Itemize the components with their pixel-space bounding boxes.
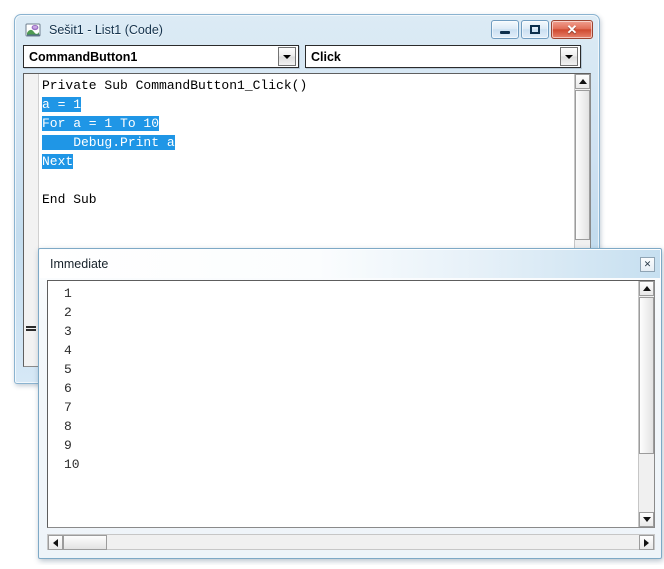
immediate-window: Immediate ✕ 1 2 3 4 5 6 7 8 9 10 [38,248,662,559]
immediate-output-line: 1 [64,286,72,301]
procedure-dropdown[interactable]: Click [305,45,581,68]
close-icon: ✕ [643,258,652,269]
code-line: End Sub [42,190,573,209]
scroll-right-arrow-icon [644,538,649,547]
immediate-horizontal-scrollbar[interactable] [47,534,655,550]
immediate-output-text[interactable]: 1 2 3 4 5 6 7 8 9 10 [64,284,637,527]
immediate-output-line: 5 [64,362,72,377]
immediate-scroll-down-button[interactable] [639,512,654,527]
scroll-left-arrow-icon [53,538,58,547]
code-line-text: End Sub [42,192,97,207]
code-line-selected-text: a = 1 [42,97,82,112]
code-line-text: Private Sub CommandButton1_Click() [42,78,308,93]
margin-marker-icon [26,324,36,334]
immediate-scroll-left-button[interactable] [48,535,63,550]
minimize-icon [500,31,510,34]
code-scroll-up-button[interactable] [575,74,590,89]
code-line: Debug.Print a [42,133,573,152]
close-icon: ✕ [566,22,578,37]
restore-icon [530,25,540,34]
immediate-output-line: 8 [64,419,72,434]
code-line [42,171,573,190]
code-window-dropdown-bar: CommandButton1 Click [23,45,591,71]
close-button[interactable]: ✕ [551,20,593,39]
code-window-title: Sešit1 - List1 (Code) [49,22,163,37]
screenshot-root: Sešit1 - List1 (Code) ✕ CommandButton1 C… [0,0,664,569]
scroll-down-arrow-icon [642,517,651,522]
code-line-selected-text: Next [42,154,74,169]
code-line: Next [42,152,573,171]
window-controls: ✕ [491,20,593,39]
immediate-vertical-scrollbar-thumb[interactable] [639,297,654,454]
code-window-titlebar[interactable]: Sešit1 - List1 (Code) ✕ [15,15,599,44]
immediate-output-line: 6 [64,381,72,396]
immediate-output-pane[interactable]: 1 2 3 4 5 6 7 8 9 10 [47,280,655,528]
procedure-dropdown-value: Click [311,49,341,64]
immediate-output-line: 10 [64,457,80,472]
excel-vba-sheet-icon [25,22,42,38]
immediate-horizontal-scrollbar-thumb[interactable] [63,535,107,550]
immediate-output-line: 7 [64,400,72,415]
chevron-down-icon [283,54,291,59]
procedure-dropdown-arrow-button[interactable] [560,47,578,66]
immediate-scroll-right-button[interactable] [639,535,654,550]
immediate-window-titlebar[interactable]: Immediate ✕ [40,250,660,278]
code-line-selected-text: Debug.Print a [42,135,175,150]
object-dropdown-value: CommandButton1 [29,49,138,64]
immediate-output-line: 3 [64,324,72,339]
immediate-output-line: 9 [64,438,72,453]
immediate-output-line: 2 [64,305,72,320]
scroll-up-arrow-icon [642,286,651,291]
immediate-scroll-up-button[interactable] [639,281,654,296]
object-dropdown-arrow-button[interactable] [278,47,296,66]
minimize-button[interactable] [491,20,519,39]
immediate-window-title: Immediate [50,257,109,271]
code-vertical-scrollbar-thumb[interactable] [575,90,590,240]
immediate-vertical-scrollbar[interactable] [638,281,654,527]
restore-button[interactable] [521,20,549,39]
code-line: Private Sub CommandButton1_Click() [42,76,573,95]
immediate-close-button[interactable]: ✕ [640,256,655,272]
immediate-output-line: 4 [64,343,72,358]
code-margin-indicator-bar [24,74,39,366]
page-bottom-edge [0,565,664,569]
chevron-down-icon [565,54,573,59]
scroll-up-arrow-icon [578,79,587,84]
code-line-selected-text: For a = 1 To 10 [42,116,160,131]
code-line: For a = 1 To 10 [42,114,573,133]
code-line: a = 1 [42,95,573,114]
object-dropdown[interactable]: CommandButton1 [23,45,299,68]
